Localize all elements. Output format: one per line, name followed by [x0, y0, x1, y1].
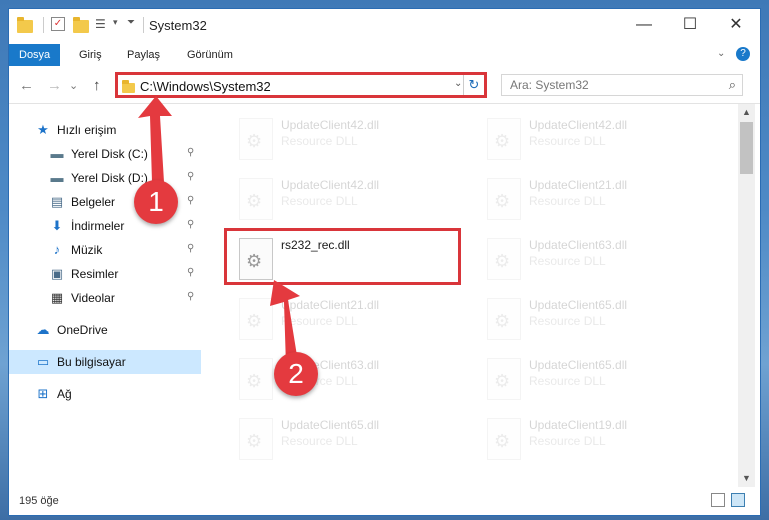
step-2-badge: 2 [274, 352, 318, 396]
step-1-badge: 1 [134, 180, 178, 224]
arrow-1 [138, 96, 172, 182]
annotation-arrows [138, 96, 300, 366]
